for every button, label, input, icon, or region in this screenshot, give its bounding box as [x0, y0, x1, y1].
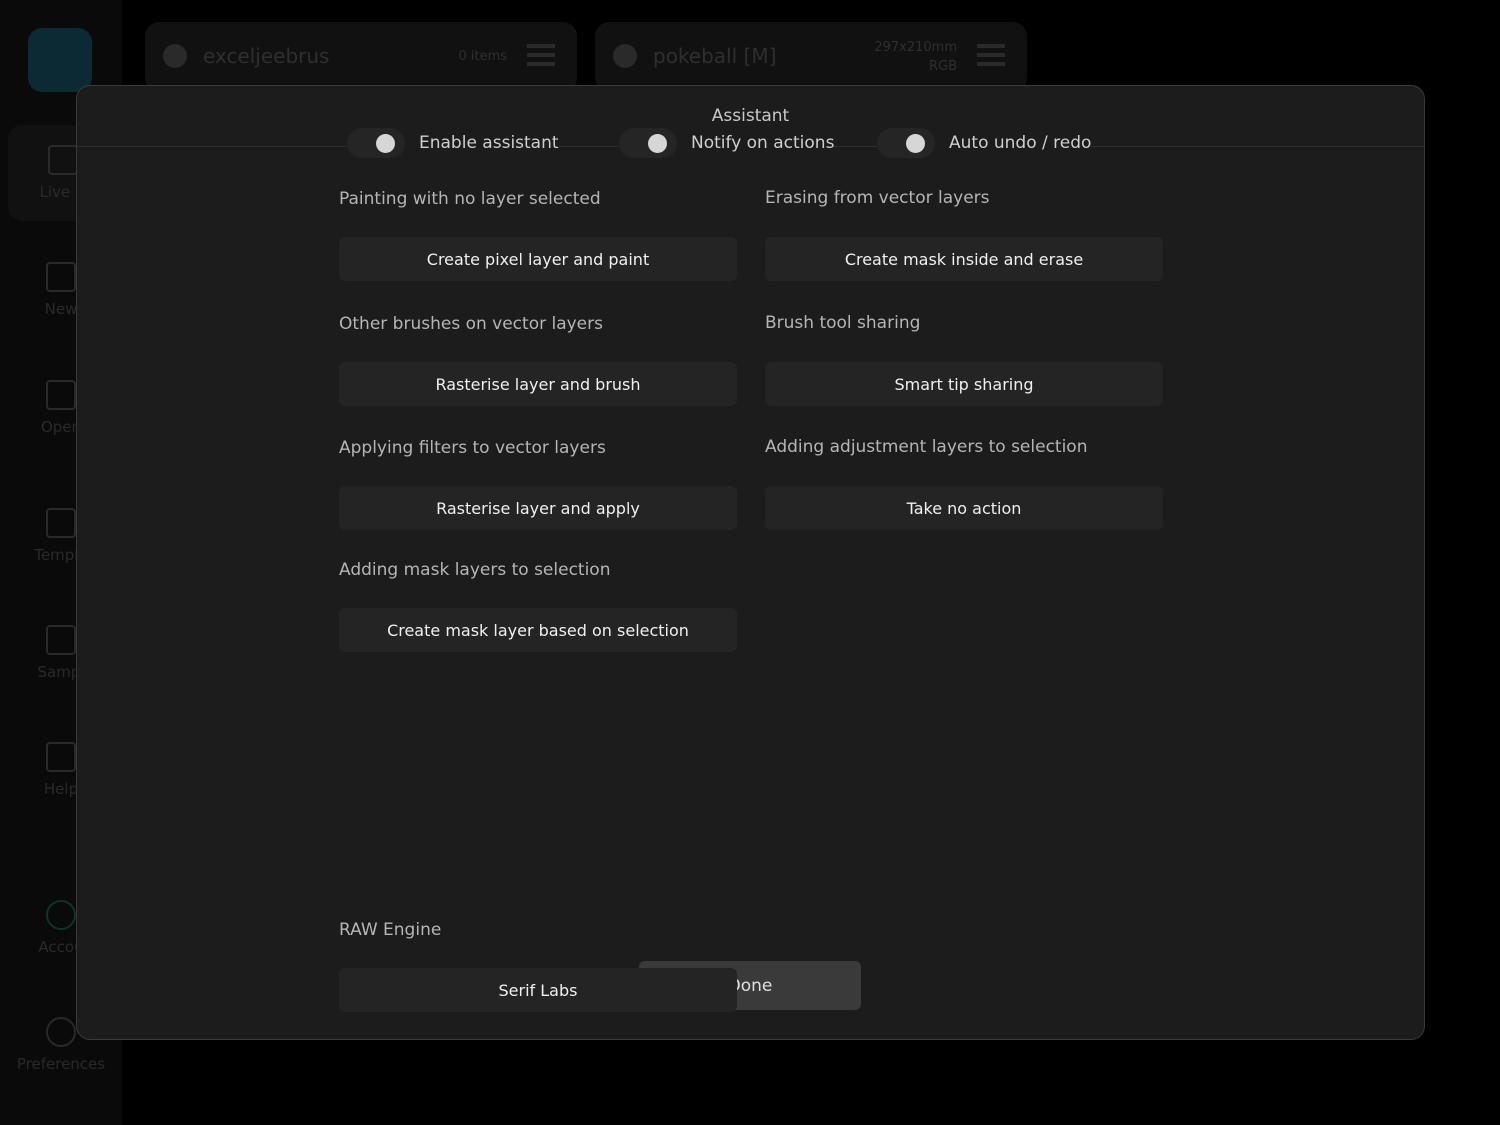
erasing-vector-setting: Erasing from vector layers Create mask in…	[765, 188, 1163, 281]
close-icon[interactable]	[163, 44, 187, 68]
auto-undo-redo-toggle[interactable]: Auto undo / redo	[877, 128, 1092, 158]
menu-icon[interactable]	[527, 44, 555, 66]
dialog-title: Assistant	[711, 106, 790, 126]
other-brushes-setting: Other brushes on vector layers Rasterise …	[339, 314, 737, 406]
setting-label: Erasing from vector layers	[765, 188, 990, 208]
setting-button[interactable]: Serif Labs	[339, 968, 737, 1012]
notify-on-actions-toggle[interactable]: Notify on actions	[619, 128, 835, 158]
mask-layers-setting: Adding mask layers to selection Create ma…	[339, 560, 737, 652]
brush-sharing-setting: Brush tool sharing Smart tip sharing	[765, 313, 1163, 406]
gear-icon	[46, 1017, 76, 1047]
setting-button[interactable]: Rasterise layer and apply	[339, 486, 737, 530]
setting-button[interactable]: Take no action	[765, 486, 1163, 530]
toggle-switch[interactable]	[877, 128, 935, 158]
document-tab[interactable]: exceljeebrus 0 items	[145, 22, 577, 92]
adjustment-layers-setting: Adding adjustment layers to selection Tak…	[765, 437, 1163, 530]
setting-button[interactable]: Create mask layer based on selection	[339, 608, 737, 652]
setting-label: Other brushes on vector layers	[339, 314, 603, 334]
app-logo	[28, 28, 92, 92]
sidebar-item-label: New	[44, 300, 78, 318]
setting-button[interactable]: Create mask inside and erase	[765, 237, 1163, 281]
sidebar-item-label: Preferences	[16, 1055, 106, 1073]
setting-label: Adding mask layers to selection	[339, 560, 611, 580]
toggle-label: Notify on actions	[691, 133, 835, 153]
document-size: 297x210mm	[874, 40, 957, 55]
document-meta: 297x210mm RGB	[874, 38, 957, 76]
book-icon	[46, 742, 76, 772]
painting-no-layer-setting: Painting with no layer selected Create pi…	[339, 189, 737, 281]
filters-vector-setting: Applying filters to vector layers Rasteri…	[339, 438, 737, 530]
setting-button[interactable]: Rasterise layer and brush	[339, 362, 737, 406]
toggle-switch[interactable]	[347, 128, 405, 158]
setting-label: Applying filters to vector layers	[339, 438, 606, 458]
toggle-label: Auto undo / redo	[949, 133, 1092, 153]
live-docs-icon	[48, 145, 78, 175]
templates-icon	[46, 508, 76, 538]
raw-engine-setting: RAW Engine Serif Labs	[339, 920, 737, 1012]
setting-label: Adding adjustment layers to selection	[765, 437, 1088, 457]
samples-icon	[46, 625, 76, 655]
setting-button[interactable]: Smart tip sharing	[765, 362, 1163, 406]
account-icon	[46, 900, 76, 930]
enable-assistant-toggle[interactable]: Enable assistant	[347, 128, 559, 158]
document-meta: 0 items	[458, 49, 507, 64]
setting-label: Painting with no layer selected	[339, 189, 601, 209]
document-name: exceljeebrus	[203, 44, 330, 68]
setting-label: Brush tool sharing	[765, 313, 921, 333]
menu-icon[interactable]	[977, 44, 1005, 66]
close-icon[interactable]	[613, 44, 637, 68]
document-color-mode: RGB	[928, 59, 957, 74]
sidebar-item-label: Help	[43, 780, 79, 798]
folder-icon	[46, 380, 76, 410]
setting-button[interactable]: Create pixel layer and paint	[339, 237, 737, 281]
toggle-knob	[906, 134, 925, 153]
toggle-knob	[648, 134, 667, 153]
document-name: pokeball [M]	[653, 44, 777, 68]
toggle-knob	[376, 134, 395, 153]
new-doc-icon	[46, 262, 76, 292]
document-tab[interactable]: pokeball [M] 297x210mm RGB	[595, 22, 1027, 92]
setting-label: RAW Engine	[339, 920, 442, 940]
assistant-dialog: Assistant Enable assistant Notify on act…	[76, 85, 1425, 1040]
toggle-switch[interactable]	[619, 128, 677, 158]
toggle-label: Enable assistant	[419, 133, 559, 153]
